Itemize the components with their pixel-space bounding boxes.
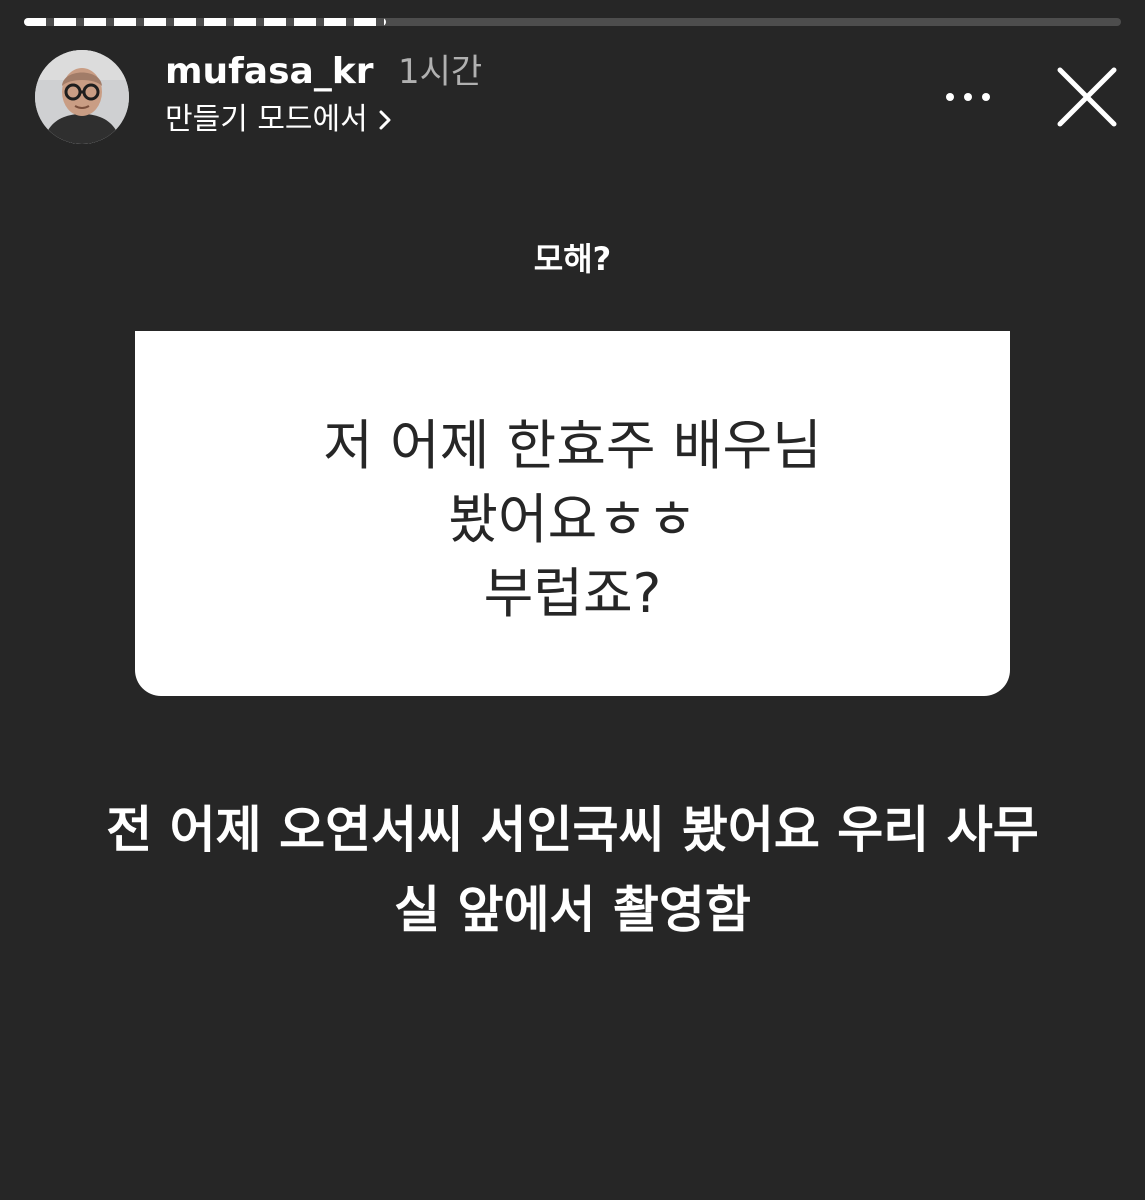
question-line: 봤어요ㅎㅎ [448,488,697,551]
create-mode-label: 만들기 모드에서 [165,102,368,137]
chevron-right-icon [379,110,391,130]
close-button[interactable] [1050,64,1124,132]
create-mode-link[interactable]: 만들기 모드에서 [165,100,392,140]
answer-line: 실 앞에서 촬영함 [394,881,751,939]
progress-fill [24,18,386,26]
post-time: 1시간 [398,52,483,92]
more-options-button[interactable] [940,78,996,116]
avatar[interactable] [35,50,129,144]
close-icon [1057,67,1117,127]
story-progress-bar [24,18,1121,26]
answer-text: 전 어제 오연서씨 서인국씨 봤어요 우리 사무 실 앞에서 촬영함 [40,790,1105,950]
question-sticker-card: 저 어제 한효주 배우님 봤어요ㅎㅎ 부럽죠? [135,331,1010,696]
question-prompt: 모해? [533,240,612,278]
profile-photo-icon [35,50,129,144]
more-dots-icon [946,93,990,101]
answer-line: 전 어제 오연서씨 서인국씨 봤어요 우리 사무 [106,801,1039,859]
question-line: 부럽죠? [483,562,662,625]
question-line: 저 어제 한효주 배우님 [323,414,822,477]
username[interactable]: mufasa_kr [165,50,374,94]
